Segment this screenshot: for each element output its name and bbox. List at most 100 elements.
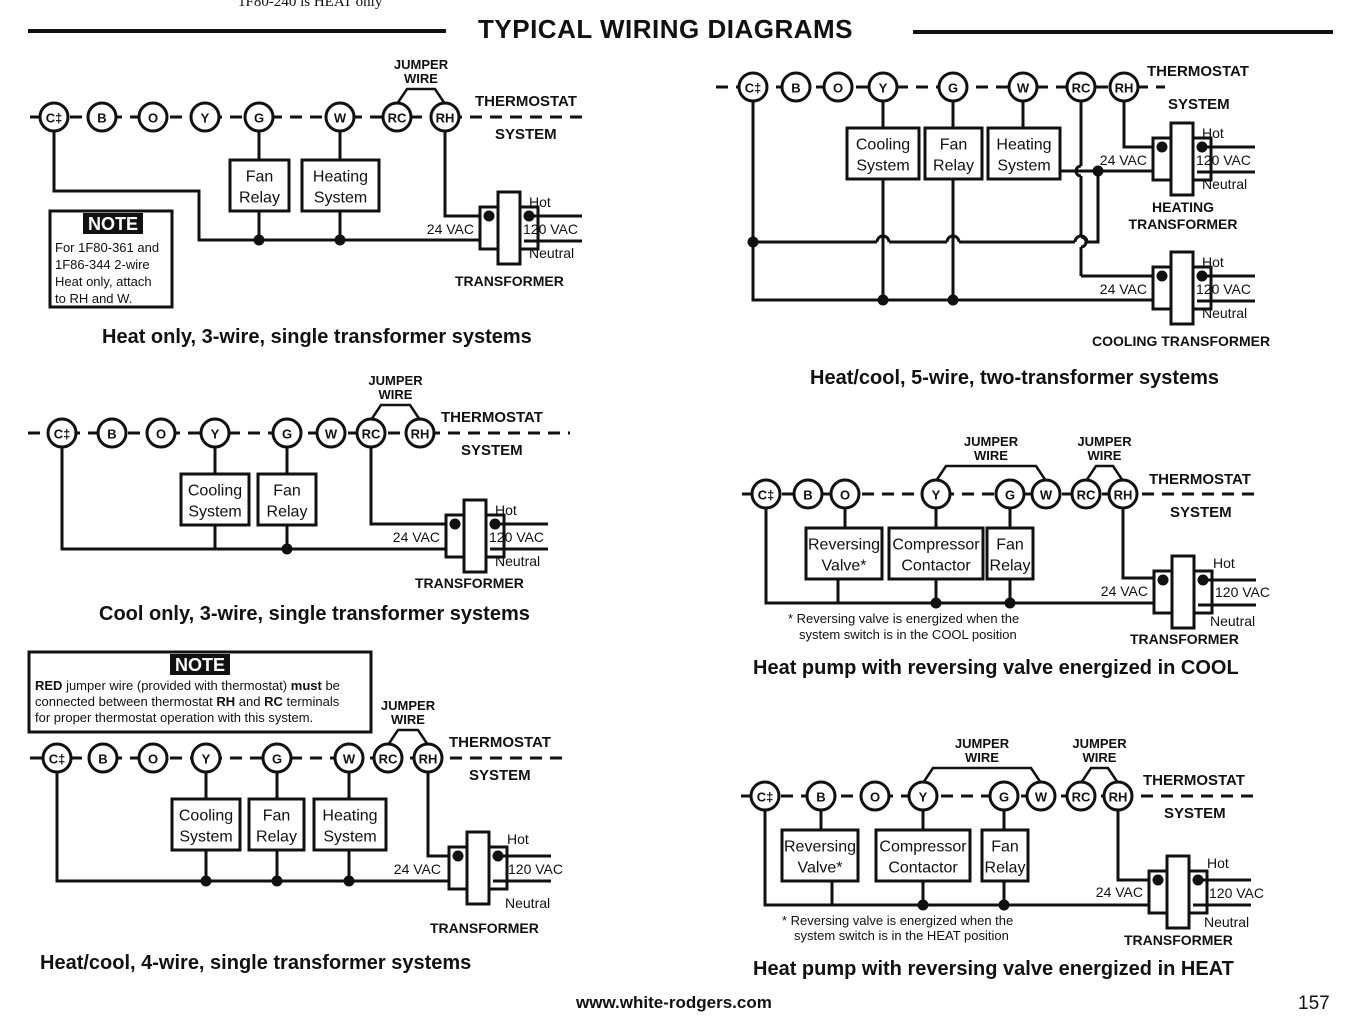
diagram-heat-pump-heat-terminal-c: C‡: [749, 780, 781, 812]
jumper-label: WIRE: [974, 448, 1008, 463]
diagram-heat-cool-4wire-terminal-g: G: [261, 742, 293, 774]
terminal-label: W: [325, 427, 338, 442]
diagrams-canvas: C‡ B O Y G W RC RHJUMPERWIRETHERMOSTATSYSTEMFan…: [27, 57, 1270, 980]
diagram-heat-pump-cool-terminal-c: C‡: [750, 478, 782, 510]
diagram-heat-only-note-line: 1F86-344 2-wire: [55, 257, 150, 272]
terminal-label: B: [816, 790, 825, 805]
diagram-heat-cool-5wire-cooling-transformer-terminal-dot: [1156, 270, 1168, 282]
terminal-label: W: [1040, 488, 1053, 503]
diagram-heat-only-caption: Heat only, 3-wire, single transformer sy…: [102, 326, 532, 348]
diagram-heat-cool-4wire-cooling-system-box-line2: System: [179, 829, 232, 846]
diagram-heat-pump-cool-yw-jumper-wire: [934, 464, 1048, 482]
note-text-span: jumper wire (provided with thermostat): [62, 678, 290, 693]
diagram-heat-pump-cool-terminal-dot: [1157, 574, 1169, 586]
diagram-heat-cool-4wire-note-title: NOTE: [175, 655, 225, 675]
diagram-heat-pump-cool-thermostat-label: THERMOSTAT: [1149, 471, 1251, 488]
jumper-label: WIRE: [404, 71, 438, 86]
diagram-heat-pump-heat-120vac-label: 120 VAC: [1209, 885, 1264, 901]
diagram-heat-cool-4wire-terminal-b: B: [87, 742, 119, 774]
junction-dot: [334, 234, 346, 246]
terminal-label: RH: [1109, 790, 1128, 805]
diagram-heat-cool-5wire-cooling-transformer-120vac-label: 120 VAC: [1196, 281, 1251, 297]
footer-url[interactable]: www.white-rodgers.com: [576, 993, 772, 1013]
diagram-heat-pump-cool-rcrh-jumper-wire: [1084, 464, 1125, 482]
diagram-heat-cool-5wire-cooling-transformer-neutral-label: Neutral: [1202, 305, 1247, 321]
diagram-cool-only-fan-relay-box-line1: Fan: [273, 483, 301, 500]
junction-dot: [877, 294, 889, 306]
diagram-heat-pump-cool-terminal-g: G: [994, 478, 1026, 510]
diagram-heat-pump-cool-reversing-valve-box-line2: Valve*: [821, 558, 866, 575]
diagram-heat-pump-heat-hot-label: Hot: [1207, 855, 1229, 871]
diagram-heat-pump-cool-fan-relay-box-line1: Fan: [996, 537, 1024, 554]
diagram-heat-only-system-label: SYSTEM: [495, 126, 557, 143]
diagram-heat-pump-cool-core: [1170, 554, 1196, 630]
diagram-heat-cool-4wire-jumper-wire: [386, 728, 430, 746]
diagram-heat-cool-5wire-terminal-o: O: [822, 71, 854, 103]
diagram-heat-pump-cool-rh-wire: [1121, 508, 1160, 580]
diagram-heat-pump-cool-caption: Heat pump with reversing valve energized…: [753, 657, 1239, 679]
diagram-heat-cool-4wire-core: [465, 830, 491, 906]
diagram-cool-only-caption: Cool only, 3-wire, single transformer sy…: [99, 603, 530, 625]
terminal-label: RC: [1072, 81, 1091, 96]
jumper-label: JUMPER: [964, 434, 1019, 449]
terminal-label: RH: [1115, 81, 1134, 96]
diagram-cool-only-terminal-c: C‡: [46, 417, 78, 449]
diagram-heat-cool-4wire-terminal-o: O: [137, 742, 169, 774]
terminal-label: O: [840, 488, 850, 503]
diagram-heat-cool-4wire-24vac-label: 24 VAC: [394, 861, 441, 877]
diagram-cool-only-120vac-label: 120 VAC: [489, 529, 544, 545]
diagram-heat-pump-heat-terminal-w: W: [1025, 780, 1057, 812]
jumper-label: WIRE: [965, 750, 999, 765]
terminal-label: RH: [1114, 488, 1133, 503]
terminal-label: Y: [879, 81, 888, 96]
diagram-heat-cool-5wire-terminal-rc: RC: [1065, 71, 1097, 103]
diagram-heat-only-120vac-label: 120 VAC: [523, 221, 578, 237]
diagram-cool-only-terminal-y: Y: [199, 417, 231, 449]
diagram-cool-only-terminal-b: B: [96, 417, 128, 449]
diagram-heat-cool-4wire-note-line1: RED jumper wire (provided with thermosta…: [35, 678, 340, 693]
diagram-heat-pump-cool-fan-relay-box-line2: Relay: [990, 558, 1031, 575]
diagram-heat-cool-4wire-note-line3: for proper thermostat operation with thi…: [35, 710, 313, 725]
diagram-heat-pump-heat-footnote-line2: system switch is in the HEAT position: [794, 928, 1009, 943]
diagram-heat-only-terminal-b: B: [86, 101, 118, 133]
terminal-label: RH: [411, 427, 430, 442]
jumper-label: JUMPER: [1077, 434, 1132, 449]
terminal-label: C‡: [757, 790, 774, 805]
terminal-label: C‡: [46, 111, 63, 126]
diagram-heat-pump-heat-reversing-valve-box-line1: Reversing: [784, 839, 856, 856]
diagram-heat-cool-4wire-cooling-system-box-line1: Cooling: [179, 808, 233, 825]
diagram-cool-only-terminal-rh: RH: [404, 417, 436, 449]
diagram-heat-only-fan-relay-box-line2: Relay: [239, 190, 280, 207]
diagram-heat-only-terminal-o: O: [137, 101, 169, 133]
jumper-label: WIRE: [379, 387, 413, 402]
diagram-heat-cool-4wire-system-label: SYSTEM: [469, 767, 531, 784]
diagram-heat-only-note-line: to RH and W.: [55, 291, 132, 306]
jumper-label: JUMPER: [381, 698, 436, 713]
terminal-label: O: [833, 81, 843, 96]
diagram-heat-pump-cool-hot-label: Hot: [1213, 555, 1235, 571]
diagram-heat-pump-cool-transformer-label: TRANSFORMER: [1130, 631, 1239, 647]
junction-dot: [343, 875, 355, 887]
diagram-heat-only-terminal-dot: [483, 210, 495, 222]
diagram-heat-pump-heat-24vac-label: 24 VAC: [1096, 884, 1143, 900]
diagram-heat-pump-heat-terminal-y: Y: [907, 780, 939, 812]
terminal-label: O: [148, 752, 158, 767]
diagram-heat-pump-heat-compressor-contactor-box-line1: Compressor: [879, 839, 967, 856]
diagram-heat-cool-5wire-terminal-rh: RH: [1108, 71, 1140, 103]
diagram-heat-only-core: [496, 190, 522, 266]
diagram-heat-cool-4wire-terminal-w: W: [333, 742, 365, 774]
diagram-cool-only-neutral-label: Neutral: [495, 553, 540, 569]
diagram-heat-cool-4wire-terminal-dot: [452, 850, 464, 862]
diagram-heat-pump-cool-terminal-rh: RH: [1107, 478, 1139, 510]
junction-dot: [917, 899, 929, 911]
page-number: 157: [1298, 993, 1330, 1014]
diagram-heat-cool-5wire-common-bus: [1087, 171, 1100, 244]
diagram-heat-cool-5wire-heating-transformer-hot-label: Hot: [1202, 125, 1224, 141]
note-text-span: connected between thermostat: [35, 694, 216, 709]
diagram-heat-cool-4wire-neutral-label: Neutral: [505, 895, 550, 911]
terminal-label: C‡: [49, 752, 66, 767]
diagram-cool-only-24vac-label: 24 VAC: [393, 529, 440, 545]
note-text-span: RH: [216, 694, 235, 709]
diagram-cool-only-fan-relay-box-line2: Relay: [267, 504, 308, 521]
diagram-cool-only-jumper-wire: [369, 403, 422, 421]
